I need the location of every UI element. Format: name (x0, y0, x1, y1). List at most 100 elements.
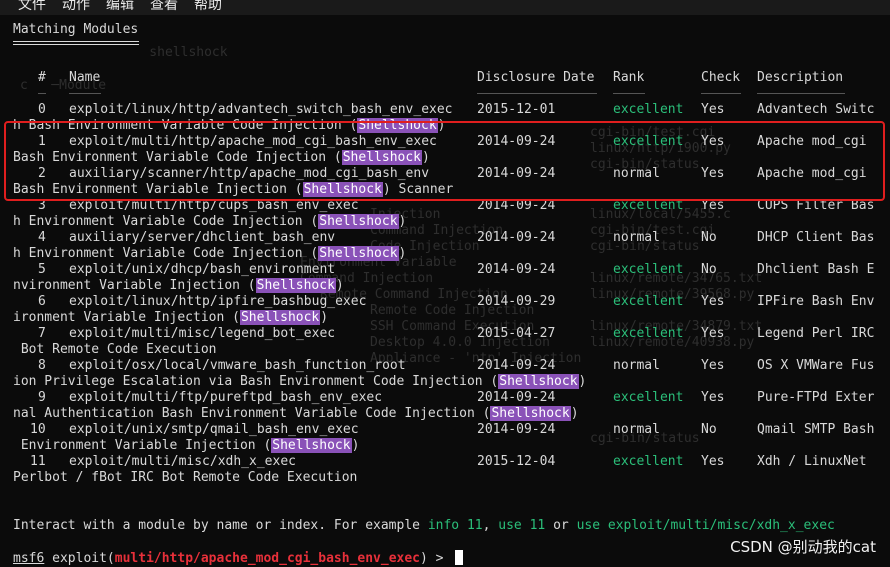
header-check: Check (701, 70, 741, 85)
module-rank: normal (613, 422, 660, 437)
menu-edit[interactable]: 编辑 (106, 0, 134, 12)
module-description: Dhclient Bash E (757, 262, 875, 277)
hint-use-index-command[interactable]: use 11 (498, 518, 545, 533)
header-dash (613, 93, 645, 94)
header-date: Disclosure Date (477, 70, 595, 85)
description-text: ) (335, 278, 344, 293)
module-name: exploit/unix/dhcp/bash_environment (69, 262, 336, 277)
title-underline (13, 41, 139, 42)
module-description: Qmail SMTP Bash (757, 422, 875, 437)
module-description: OS X VMWare Fus (757, 358, 875, 373)
search-match-highlight: Shellshock (490, 406, 571, 421)
module-description: Xdh / LinuxNet (757, 454, 867, 469)
module-description-continued: ion Privilege Escalation via Bash Enviro… (13, 374, 586, 390)
module-date: 2014-09-24 (477, 390, 556, 405)
module-rank: excellent (613, 102, 684, 117)
module-index: 9 (38, 390, 46, 405)
menu-file[interactable]: 文件 (18, 0, 46, 12)
module-description-continued: h Environment Variable Code Injection (S… (13, 246, 406, 262)
module-check: Yes (701, 294, 725, 309)
module-check: No (701, 230, 717, 245)
module-index: 0 (38, 102, 46, 117)
prompt-msf6: msf6 (13, 551, 45, 566)
header-dash (38, 93, 46, 94)
description-text: ) (570, 406, 579, 421)
search-match-highlight: Shellshock (239, 310, 321, 325)
terminal-output[interactable]: shellshock c ─Module cgi-bin/test.cgi li… (0, 15, 890, 567)
ghost-line: shellshock (118, 45, 228, 60)
search-match-highlight: Shellshock (255, 278, 336, 293)
header-rank: Rank (613, 70, 645, 85)
header-dash (69, 93, 101, 94)
header-num: # (38, 70, 46, 85)
module-name: exploit/multi/ftp/pureftpd_bash_env_exec (69, 390, 383, 405)
module-check: No (701, 422, 717, 437)
search-match-highlight: Shellshock (271, 438, 352, 453)
module-description: Pure-FTPd Exter (757, 390, 875, 405)
description-text: ) (578, 374, 587, 389)
text-cursor[interactable] (455, 550, 464, 565)
interact-hint: Interact with a module by name or index.… (13, 518, 835, 534)
module-description-continued: Bot Remote Code Execution (13, 342, 217, 358)
hint-sep: , (482, 518, 499, 533)
module-date: 2015-04-27 (477, 326, 556, 341)
module-name: exploit/multi/misc/xdh_x_exec (69, 454, 296, 469)
module-check: Yes (701, 102, 725, 117)
results-title: Matching Modules (13, 22, 139, 37)
module-check: Yes (701, 326, 725, 341)
module-check: Yes (701, 454, 725, 469)
module-description-continued: ironment Variable Injection (Shellshock) (13, 310, 328, 326)
module-date: 2014-09-24 (477, 230, 556, 245)
module-description: IPFire Bash Env (757, 294, 875, 309)
description-text: ion Privilege Escalation via Bash Enviro… (13, 374, 499, 389)
description-text: Environment Variable Injection ( (13, 438, 272, 453)
module-description: Legend Perl IRC (757, 326, 875, 341)
module-rank: excellent (613, 326, 684, 341)
hint-info-command[interactable]: info 11 (428, 518, 483, 533)
module-check: Yes (701, 390, 725, 405)
menu-bar: 文件 动作 编辑 查看 帮助 (0, 0, 890, 15)
module-description: Advantech Switc (757, 102, 875, 117)
hint-use-path-command[interactable]: use exploit/multi/misc/xdh_x_exec (577, 518, 835, 533)
module-rank: excellent (613, 262, 684, 277)
header-description: Description (757, 70, 844, 85)
module-rank: normal (613, 358, 660, 373)
module-description-continued: Environment Variable Injection (Shellsho… (13, 438, 359, 454)
hint-sep: or (545, 518, 577, 533)
module-name: exploit/multi/misc/legend_bot_exec (69, 326, 336, 341)
module-name: exploit/linux/http/advantech_switch_bash… (69, 102, 453, 117)
module-rank: normal (613, 230, 660, 245)
description-text: Perlbot / fBot IRC Bot Remote Code Execu… (13, 470, 358, 485)
description-text: h Environment Variable Code Injection ( (13, 246, 319, 261)
menu-view[interactable]: 查看 (150, 0, 178, 12)
module-date: 2015-12-01 (477, 102, 556, 117)
module-description-continued: nal Authentication Bash Environment Vari… (13, 406, 579, 422)
module-date: 2015-12-04 (477, 454, 556, 469)
description-text: ) (398, 214, 407, 229)
module-description-continued: Perlbot / fBot IRC Bot Remote Code Execu… (13, 470, 357, 486)
module-rank: excellent (613, 294, 684, 309)
prompt-exploit: exploit( (44, 551, 115, 566)
module-name: auxiliary/server/dhclient_bash_env (69, 230, 336, 245)
command-prompt[interactable]: msf6 exploit(multi/http/apache_mod_cgi_b… (13, 550, 464, 567)
module-date: 2014-09-29 (477, 294, 556, 309)
prompt-suffix: ) > (420, 551, 452, 566)
prompt-module: multi/http/apache_mod_cgi_bash_env_exec (114, 551, 421, 566)
header-dash (477, 93, 597, 94)
module-index: 5 (38, 262, 46, 277)
module-index: 4 (38, 230, 46, 245)
description-text: nvironment Variable Injection ( (13, 278, 256, 293)
hint-text: Interact with a module by name or index.… (13, 518, 428, 533)
header-dash (757, 93, 845, 94)
module-name: exploit/unix/smtp/qmail_bash_env_exec (69, 422, 359, 437)
menu-help[interactable]: 帮助 (194, 0, 222, 12)
title-underline (13, 44, 139, 45)
menu-action[interactable]: 动作 (62, 0, 90, 12)
module-date: 2014-09-24 (477, 262, 556, 277)
search-match-highlight: Shellshock (318, 214, 399, 229)
description-text: ) (398, 246, 407, 261)
description-text: ) (351, 438, 360, 453)
module-description-continued: h Environment Variable Code Injection (S… (13, 214, 406, 230)
description-text: h Environment Variable Code Injection ( (13, 214, 319, 229)
module-rank: excellent (613, 390, 684, 405)
